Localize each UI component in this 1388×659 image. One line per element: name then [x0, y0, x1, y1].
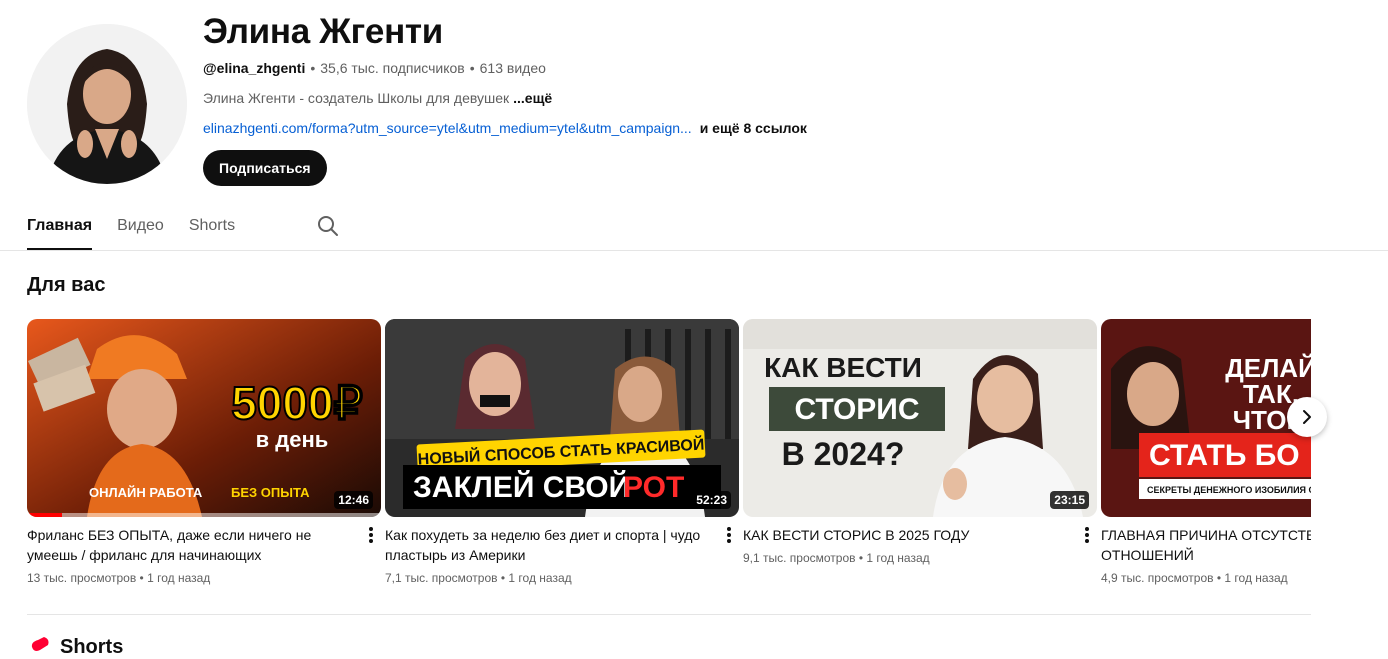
- video-title[interactable]: Как похудеть за неделю без диет и спорта…: [385, 525, 715, 565]
- video-title[interactable]: ГЛАВНАЯ ПРИЧИНА ОТСУТСТВИЯ ОТНОШЕНИЙ: [1101, 525, 1311, 565]
- tab-home[interactable]: Главная: [27, 203, 93, 250]
- video-age: 1 год назад: [508, 571, 572, 585]
- shorts-logo-icon: [31, 637, 49, 651]
- tab-shorts[interactable]: Shorts: [189, 203, 235, 249]
- thumb-text: В 2024?: [782, 436, 905, 472]
- shorts-section-title: Shorts: [60, 636, 124, 658]
- section-divider: [27, 614, 1311, 615]
- channel-title: Элина Жгенти: [203, 12, 443, 51]
- thumb-text: 5000₽: [231, 377, 363, 429]
- subscriber-count: 35,6 тыс. подписчиков: [320, 60, 465, 76]
- tabs-divider: [0, 250, 1388, 251]
- channel-description[interactable]: Элина Жгенти - создатель Школы для девуш…: [203, 90, 807, 106]
- channel-links: elinazhgenti.com/forma?utm_source=ytel&u…: [203, 120, 807, 136]
- description-more-button[interactable]: ...ещё: [513, 90, 552, 106]
- video-duration: 52:23: [692, 491, 731, 509]
- video-views: 9,1 тыс. просмотров: [743, 551, 856, 565]
- video-meta: 7,1 тыс. просмотров • 1 год назад: [385, 571, 572, 585]
- thumb-text: СЕКРЕТЫ ДЕНЕЖНОГО ИЗОБИЛИЯ С: [1147, 485, 1311, 495]
- more-vert-icon[interactable]: [361, 525, 381, 545]
- watch-progress-fill: [27, 513, 63, 517]
- more-vert-icon[interactable]: [719, 525, 739, 545]
- tab-videos[interactable]: Видео: [117, 203, 164, 249]
- watch-progress: [27, 513, 381, 517]
- more-links-button[interactable]: и ещё 8 ссылок: [700, 120, 807, 136]
- video-thumbnail[interactable]: ДЕЛАЙ ТАК, ЧТОБ СТАТЬ БО СЕКРЕТЫ ДЕНЕЖНО…: [1101, 319, 1311, 517]
- channel-link[interactable]: elinazhgenti.com/forma?utm_source=ytel&u…: [203, 120, 692, 136]
- thumb-text: ЗАКЛЕЙ СВОЙ: [413, 470, 630, 504]
- video-views: 13 тыс. просмотров: [27, 571, 137, 585]
- video-meta: 13 тыс. просмотров • 1 год назад: [27, 571, 211, 585]
- channel-header: Элина Жгенти @elina_zhgenti • 35,6 тыс. …: [27, 14, 1388, 204]
- shelf-next-button[interactable]: [1287, 397, 1327, 437]
- section-title: Для вас: [27, 274, 106, 296]
- channel-tabs: Главная Видео Shorts: [27, 203, 340, 250]
- video-duration: 23:15: [1050, 491, 1089, 509]
- video-card[interactable]: КАК ВЕСТИ СТОРИС В 2024? 23:15 КАК ВЕСТИ…: [743, 319, 1097, 565]
- video-views: 7,1 тыс. просмотров: [385, 571, 498, 585]
- thumb-text: БЕЗ ОПЫТА: [231, 485, 310, 500]
- video-meta: 4,9 тыс. просмотров • 1 год назад: [1101, 571, 1288, 585]
- video-age: 1 год назад: [1224, 571, 1288, 585]
- chevron-right-icon: [1303, 410, 1311, 424]
- thumbnail-image: НОВЫЙ СПОСОБ СТАТЬ КРАСИВОЙ ЗАКЛЕЙ СВОЙ …: [385, 319, 739, 517]
- thumb-text: РОТ: [623, 471, 684, 504]
- thumb-text: ОНЛАЙН РАБОТА: [89, 485, 203, 500]
- description-text: Элина Жгенти - создатель Школы для девуш…: [203, 90, 510, 106]
- meta-separator: •: [469, 60, 475, 76]
- video-title[interactable]: КАК ВЕСТИ СТОРИС В 2025 ГОДУ: [743, 525, 1073, 545]
- thumbnail-image: КАК ВЕСТИ СТОРИС В 2024?: [743, 319, 1097, 517]
- video-thumbnail[interactable]: 5000₽ в день ОНЛАЙН РАБОТА БЕЗ ОПЫТА 12:…: [27, 319, 381, 517]
- channel-avatar[interactable]: [27, 24, 187, 184]
- thumbnail-image: 5000₽ в день ОНЛАЙН РАБОТА БЕЗ ОПЫТА: [27, 319, 381, 517]
- video-age: 1 год назад: [147, 571, 211, 585]
- more-vert-icon[interactable]: [1077, 525, 1097, 545]
- video-title[interactable]: Фриланс БЕЗ ОПЫТА, даже если ничего не у…: [27, 525, 357, 565]
- video-duration: 12:46: [334, 491, 373, 509]
- video-thumbnail[interactable]: КАК ВЕСТИ СТОРИС В 2024? 23:15: [743, 319, 1097, 517]
- video-count: 613 видео: [479, 60, 546, 76]
- thumb-text: в день: [256, 427, 329, 452]
- search-icon[interactable]: [316, 214, 340, 238]
- video-views: 4,9 тыс. просмотров: [1101, 571, 1214, 585]
- meta-separator: •: [310, 60, 316, 76]
- channel-handle: @elina_zhgenti: [203, 60, 306, 76]
- video-shelf: 5000₽ в день ОНЛАЙН РАБОТА БЕЗ ОПЫТА 12:…: [27, 319, 1311, 599]
- thumb-text: КАК ВЕСТИ: [764, 352, 922, 383]
- thumb-text: СТОРИС: [794, 393, 919, 426]
- video-card[interactable]: 5000₽ в день ОНЛАЙН РАБОТА БЕЗ ОПЫТА 12:…: [27, 319, 381, 585]
- video-meta: 9,1 тыс. просмотров • 1 год назад: [743, 551, 930, 565]
- subscribe-button[interactable]: Подписаться: [203, 150, 327, 186]
- video-age: 1 год назад: [866, 551, 930, 565]
- thumb-text: СТАТЬ БО: [1149, 439, 1300, 472]
- channel-meta: @elina_zhgenti • 35,6 тыс. подписчиков •…: [203, 60, 807, 76]
- video-card[interactable]: ДЕЛАЙ ТАК, ЧТОБ СТАТЬ БО СЕКРЕТЫ ДЕНЕЖНО…: [1101, 319, 1311, 585]
- avatar-image: [27, 24, 187, 184]
- video-card[interactable]: НОВЫЙ СПОСОБ СТАТЬ КРАСИВОЙ ЗАКЛЕЙ СВОЙ …: [385, 319, 739, 585]
- thumbnail-image: ДЕЛАЙ ТАК, ЧТОБ СТАТЬ БО СЕКРЕТЫ ДЕНЕЖНО…: [1101, 319, 1311, 517]
- video-thumbnail[interactable]: НОВЫЙ СПОСОБ СТАТЬ КРАСИВОЙ ЗАКЛЕЙ СВОЙ …: [385, 319, 739, 517]
